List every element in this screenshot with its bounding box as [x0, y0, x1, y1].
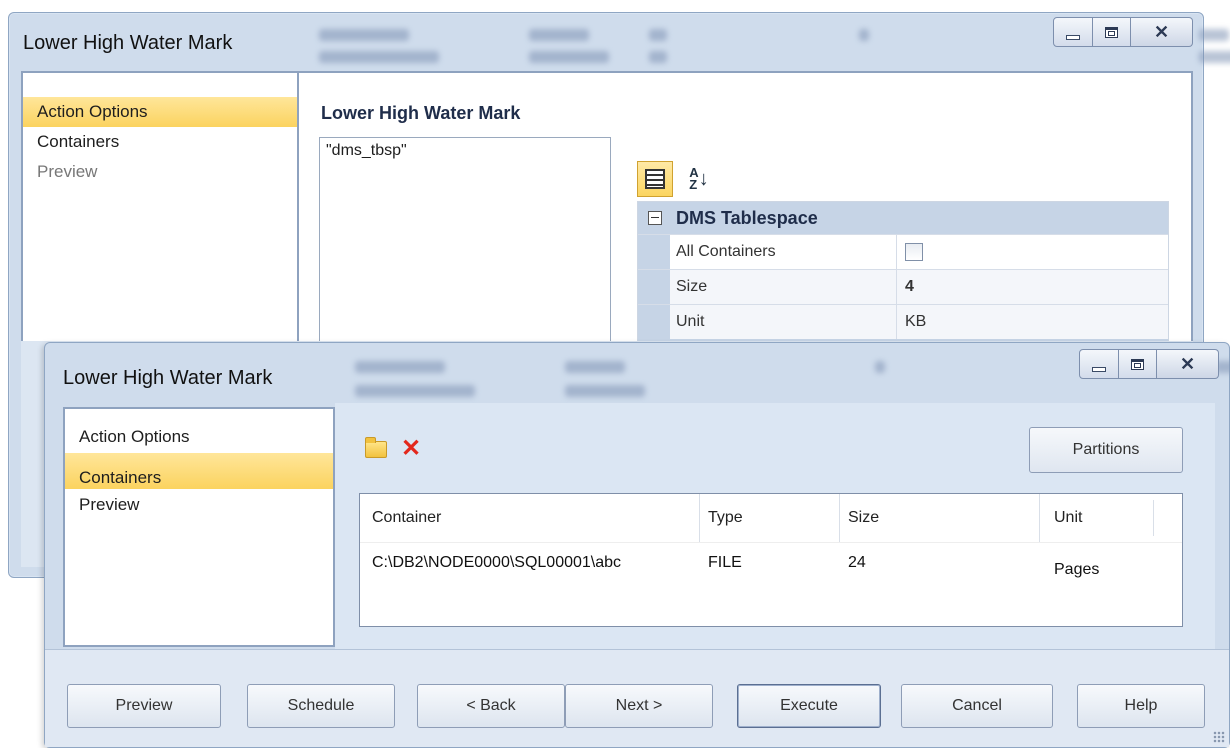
- next-button[interactable]: Next >: [565, 684, 713, 728]
- object-list[interactable]: "dms_tbsp": [319, 137, 611, 359]
- containers-table: Container Type Size Unit C:\DB2\NODE0000…: [359, 493, 1183, 627]
- help-button[interactable]: Help: [1077, 684, 1205, 728]
- close-icon: ✕: [1153, 21, 1170, 42]
- nav-item-action-options[interactable]: Action Options: [23, 97, 297, 127]
- maximize-icon: [1131, 358, 1144, 370]
- property-row: All Containers: [638, 234, 1168, 269]
- alphabetical-button[interactable]: A Z ↓: [681, 161, 717, 197]
- property-row: Size 4: [638, 269, 1168, 304]
- minimize-icon: [1092, 366, 1106, 372]
- property-name: Size: [670, 270, 897, 304]
- cell-container: C:\DB2\NODE0000\SQL00001\abc: [372, 554, 622, 571]
- resize-grip[interactable]: [1213, 731, 1225, 743]
- nav-item-preview[interactable]: Preview: [23, 157, 297, 187]
- property-grid: DMS Tablespace All Containers Size 4 Uni…: [637, 201, 1169, 350]
- close-button[interactable]: ✕: [1157, 349, 1219, 379]
- categorized-button[interactable]: [637, 161, 673, 197]
- caption-buttons: ✕: [1079, 349, 1219, 379]
- maximize-button[interactable]: [1093, 17, 1131, 47]
- containers-toolbar: ✕: [365, 436, 421, 461]
- sort-alphabetical-icon: AZ: [689, 165, 699, 192]
- property-value[interactable]: [897, 235, 1168, 269]
- schedule-button[interactable]: Schedule: [247, 684, 395, 728]
- category-label: DMS Tablespace: [676, 207, 818, 228]
- property-category[interactable]: DMS Tablespace: [638, 202, 1168, 234]
- containers-panel: ✕ Partitions Container Type Size Unit C:…: [335, 403, 1215, 649]
- property-name: All Containers: [670, 235, 897, 269]
- property-row: Unit KB: [638, 304, 1168, 339]
- execute-button[interactable]: Execute: [737, 684, 881, 728]
- back-titlebar[interactable]: Lower High Water Mark ✕: [9, 13, 1230, 71]
- cancel-button[interactable]: Cancel: [901, 684, 1053, 728]
- folder-add-icon[interactable]: [365, 436, 387, 458]
- delete-icon[interactable]: ✕: [401, 437, 421, 461]
- property-value[interactable]: KB: [897, 305, 1168, 339]
- action-options-panel: Lower High Water Mark "dms_tbsp" A Z ↓ DMS…: [299, 71, 1193, 359]
- nav-item-preview[interactable]: Preview: [65, 489, 333, 521]
- property-grid-toolbar: A Z ↓: [637, 161, 717, 197]
- nav-panel: Action Options Containers Preview: [63, 407, 335, 647]
- minimize-icon: [1066, 34, 1080, 40]
- close-button[interactable]: ✕: [1131, 17, 1193, 47]
- column-header[interactable]: Size: [840, 494, 1040, 542]
- column-header[interactable]: Unit: [1040, 494, 1182, 542]
- section-title: Lower High Water Mark: [321, 103, 521, 123]
- window-title: Lower High Water Mark: [63, 367, 273, 389]
- categorized-view-icon: [645, 169, 665, 189]
- close-icon: ✕: [1179, 353, 1196, 374]
- front-titlebar[interactable]: Lower High Water Mark ✕: [45, 343, 1230, 401]
- button-bar: Preview Schedule < Back Next > Execute C…: [45, 649, 1229, 747]
- blurred-background: [335, 343, 1230, 401]
- table-row[interactable]: C:\DB2\NODE0000\SQL00001\abc FILE 24 Pag…: [360, 543, 1182, 583]
- window-title: Lower High Water Mark: [23, 32, 233, 54]
- table-header: Container Type Size Unit: [360, 494, 1182, 543]
- minimize-button[interactable]: [1053, 17, 1093, 47]
- all-containers-checkbox[interactable]: [905, 243, 923, 261]
- property-value[interactable]: 4: [897, 270, 1168, 304]
- minimize-button[interactable]: [1079, 349, 1119, 379]
- back-button[interactable]: < Back: [417, 684, 565, 728]
- nav-item-containers[interactable]: Containers: [65, 453, 333, 489]
- preview-button[interactable]: Preview: [67, 684, 221, 728]
- collapse-icon[interactable]: [648, 211, 662, 225]
- blurred-background: [299, 13, 1230, 71]
- maximize-button[interactable]: [1119, 349, 1157, 379]
- cell-type: FILE: [708, 554, 742, 571]
- partitions-button[interactable]: Partitions: [1029, 427, 1183, 473]
- nav-item-containers[interactable]: Containers: [23, 127, 297, 157]
- nav-panel: Action Options Containers Preview: [21, 71, 299, 341]
- cell-size: 24: [848, 554, 866, 571]
- property-name: Unit: [670, 305, 897, 339]
- nav-item-action-options[interactable]: Action Options: [65, 421, 333, 453]
- column-header[interactable]: Container: [360, 494, 700, 542]
- column-header[interactable]: Type: [700, 494, 840, 542]
- maximize-icon: [1105, 26, 1118, 38]
- caption-buttons: ✕: [1053, 17, 1193, 47]
- cell-unit: Pages: [1054, 561, 1100, 578]
- list-item[interactable]: "dms_tbsp": [320, 138, 610, 164]
- dialog-buttons: Preview Schedule < Back Next > Execute C…: [67, 684, 1205, 728]
- front-dialog-window: Lower High Water Mark ✕ Action Options C…: [44, 342, 1230, 748]
